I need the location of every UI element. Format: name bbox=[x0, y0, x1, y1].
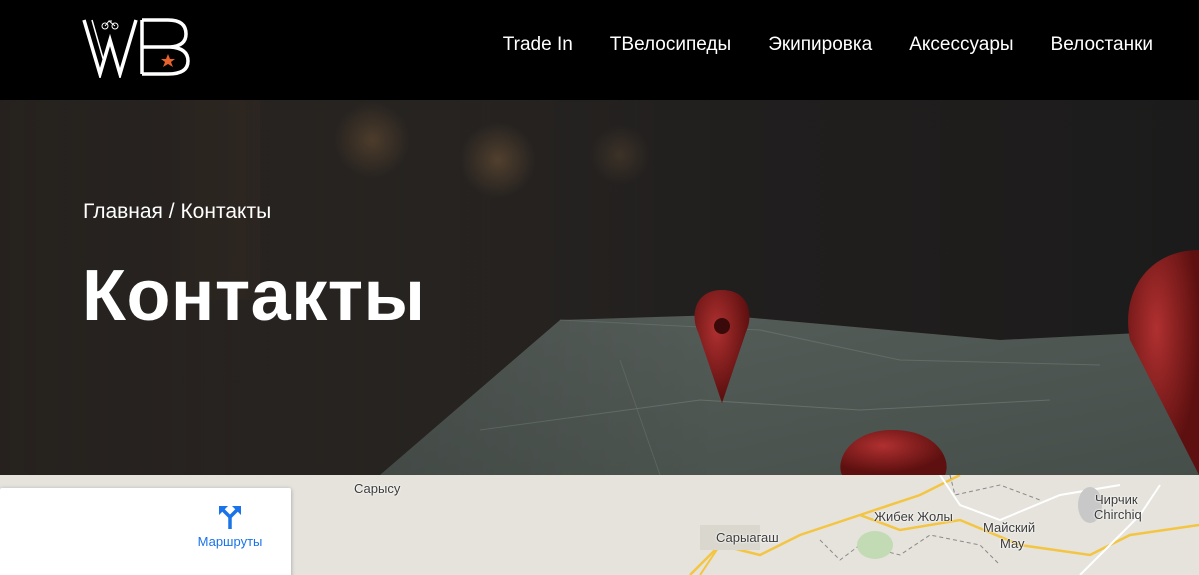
site-header: Trade In ТВелосипеды Экипировка Аксессуа… bbox=[0, 0, 1199, 100]
main-nav: Trade In ТВелосипеды Экипировка Аксессуа… bbox=[503, 0, 1153, 90]
nav-accessories[interactable]: Аксессуары bbox=[909, 34, 1013, 56]
map-place-label: Chirchiq bbox=[1094, 507, 1142, 522]
breadcrumb-current: Контакты bbox=[180, 200, 272, 223]
google-map[interactable]: Сарысу Сарыагаш Жибек Жолы Майский Мау Ч… bbox=[0, 475, 1199, 575]
breadcrumb: Главная / Контакты bbox=[83, 200, 271, 224]
map-info-panel: Маршруты bbox=[0, 488, 291, 575]
breadcrumb-separator: / bbox=[162, 200, 181, 223]
hero-banner: Главная / Контакты Контакты bbox=[0, 100, 1199, 475]
page-title: Контакты bbox=[82, 256, 426, 336]
directions-button[interactable]: Маршруты bbox=[190, 502, 270, 549]
map-place-label: Майский bbox=[983, 520, 1036, 535]
directions-label: Маршруты bbox=[197, 534, 263, 549]
map-place-label: Чирчик bbox=[1095, 492, 1138, 507]
directions-icon bbox=[219, 506, 241, 529]
map-place-label: Сарыагаш bbox=[716, 530, 779, 545]
breadcrumb-home[interactable]: Главная bbox=[83, 200, 163, 223]
map-place-label: Жибек Жолы bbox=[874, 509, 953, 524]
nav-equipment[interactable]: Экипировка bbox=[768, 34, 872, 56]
site-logo[interactable] bbox=[82, 14, 192, 81]
nav-bike-trainers[interactable]: Велостанки bbox=[1051, 34, 1153, 56]
map-place-label: Сарысу bbox=[354, 481, 401, 496]
nav-trade-in[interactable]: Trade In bbox=[503, 34, 573, 56]
logo-icon bbox=[82, 18, 190, 81]
nav-bicycles[interactable]: ТВелосипеды bbox=[610, 34, 731, 56]
map-place-label: Мау bbox=[1000, 536, 1025, 551]
